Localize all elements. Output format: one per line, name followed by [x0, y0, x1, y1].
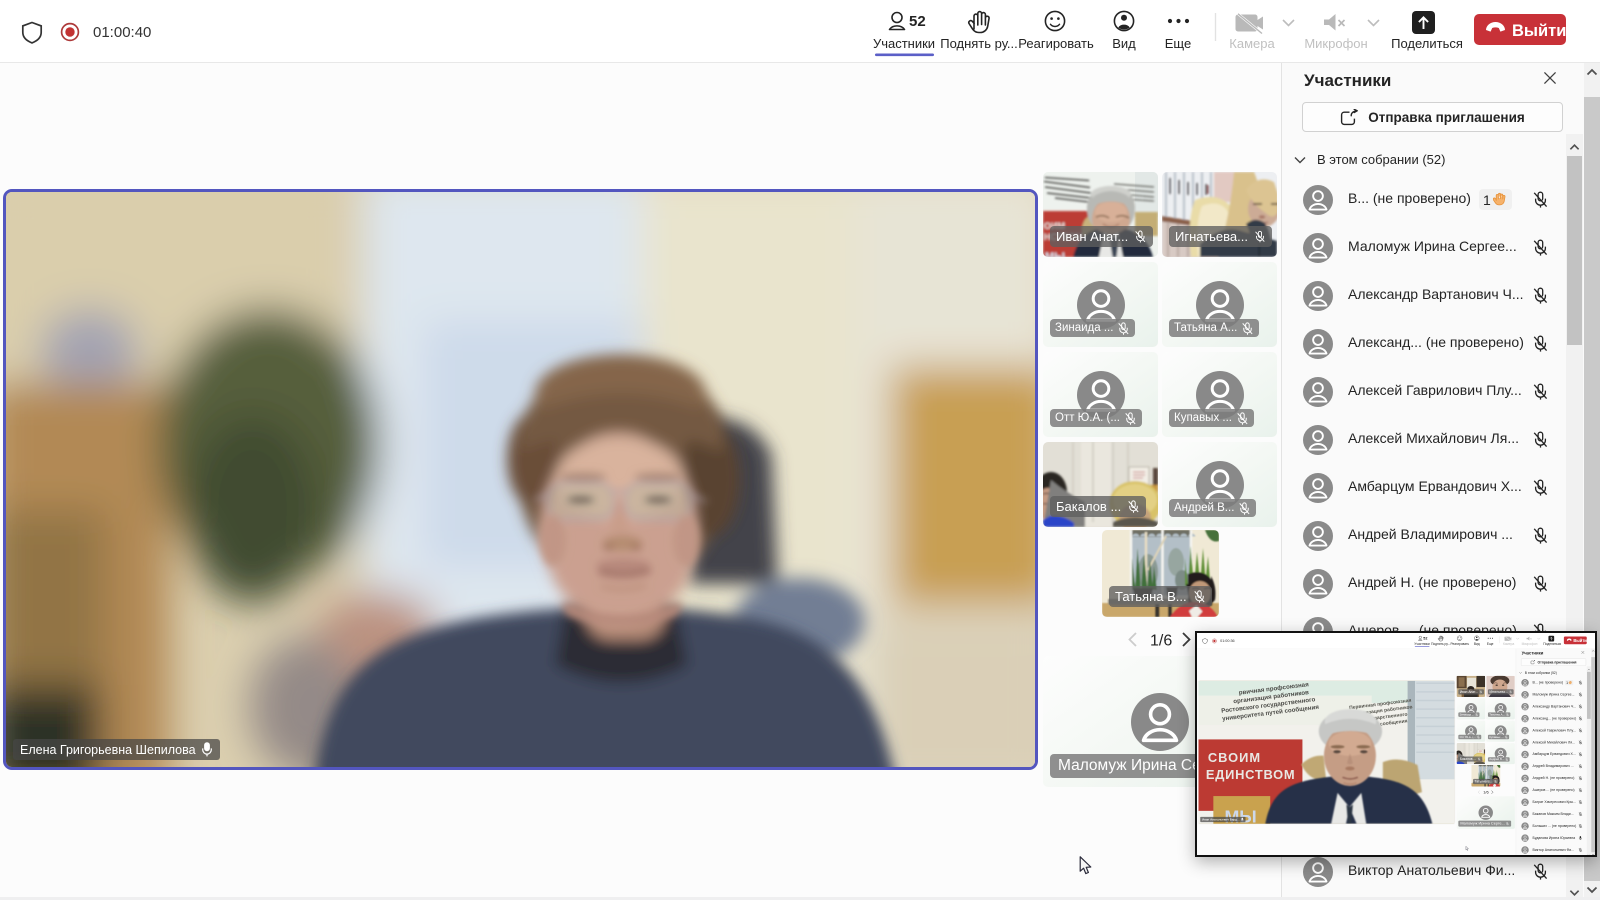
- svg-text:Участники: Участники: [1414, 642, 1430, 646]
- svg-text:Поднять ру...: Поднять ру...: [1431, 642, 1450, 646]
- svg-text:Участники: Участники: [873, 36, 935, 51]
- svg-text:01:00:40: 01:00:40: [93, 24, 151, 41]
- svg-text:1/6: 1/6: [1150, 633, 1172, 650]
- svg-text:Поделиться: Поделиться: [1543, 642, 1561, 646]
- svg-text:Камера: Камера: [1229, 36, 1275, 51]
- svg-text:СВОИМ: СВОИМ: [1208, 750, 1261, 765]
- svg-text:Микрофон: Микрофон: [1304, 36, 1367, 51]
- svg-text:Реагировать: Реагировать: [1018, 36, 1094, 51]
- svg-text:Еще: Еще: [1487, 642, 1494, 646]
- svg-text:01:00:36: 01:00:36: [1220, 639, 1234, 643]
- svg-text:Поделиться: Поделиться: [1391, 36, 1463, 51]
- svg-text:Выйти: Выйти: [1573, 638, 1587, 643]
- svg-text:52: 52: [1423, 636, 1427, 640]
- svg-text:Камера: Камера: [1503, 642, 1514, 646]
- svg-text:Вид: Вид: [1474, 642, 1480, 646]
- svg-text:Еще: Еще: [1165, 36, 1191, 51]
- svg-text:1/6: 1/6: [1483, 790, 1489, 795]
- svg-text:ЕДИНСТВОМ: ЕДИНСТВОМ: [1206, 767, 1295, 782]
- svg-text:Микрофон: Микрофон: [1522, 642, 1538, 646]
- svg-text:Реагировать: Реагировать: [1450, 642, 1469, 646]
- svg-text:Поднять ру...: Поднять ру...: [940, 36, 1018, 51]
- svg-text:МЫ: МЫ: [1045, 251, 1065, 257]
- svg-text:Вид: Вид: [1112, 36, 1136, 51]
- svg-text:Выйти: Выйти: [1512, 22, 1566, 40]
- svg-text:52: 52: [909, 13, 926, 30]
